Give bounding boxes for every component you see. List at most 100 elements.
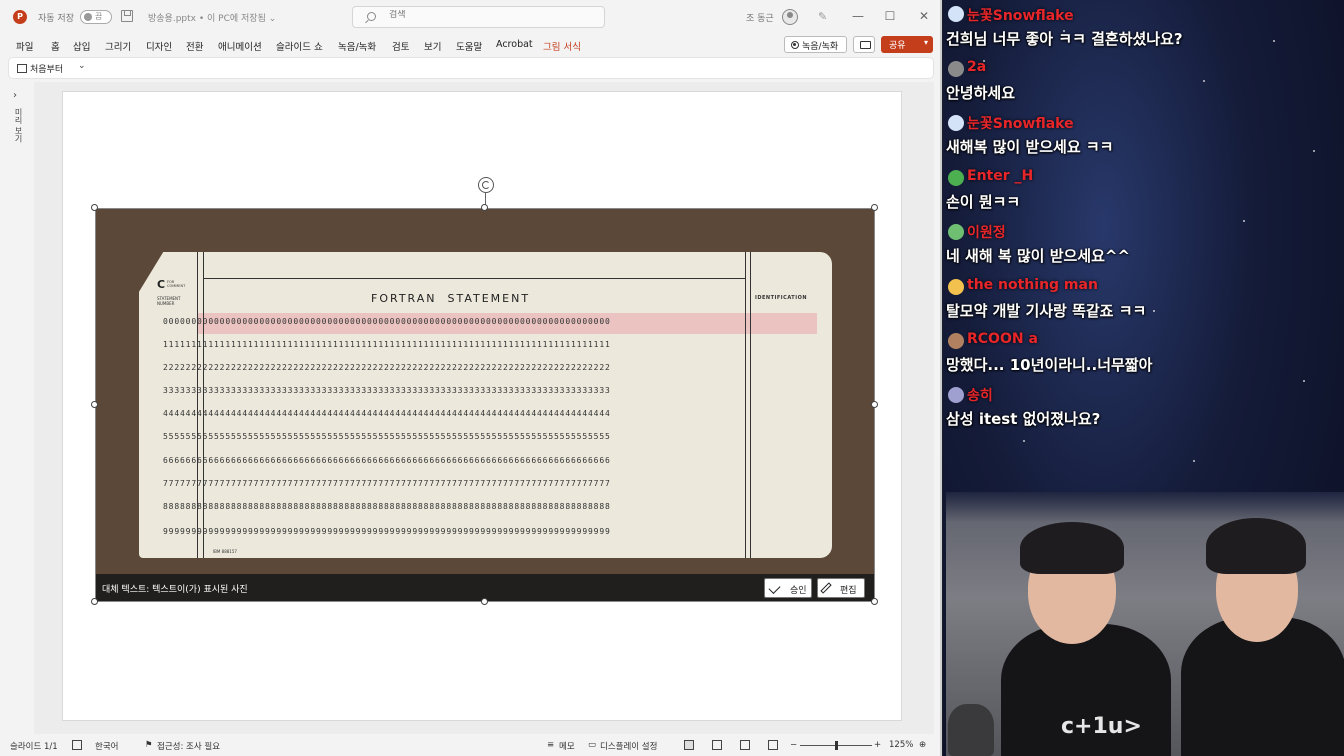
tab-draw[interactable]: 그리기 [105,39,131,53]
zoom-in-button[interactable]: + [874,740,881,750]
chat-avatar [948,224,964,240]
slide-sorter-icon[interactable] [712,740,722,750]
powerpoint-logo-icon: P [13,10,27,24]
resize-handle[interactable] [91,598,98,605]
tab-acrobat[interactable]: Acrobat [496,39,533,50]
status-bar: 슬라이드 1/1 한국어 ⚑ 접근성: 조사 필요 ≡ 메모 ▭ 디스플레이 설… [0,736,940,756]
card-divider [203,278,745,279]
tab-record[interactable]: 녹음/녹화 [338,39,376,53]
user-name[interactable]: 조 동근 [746,11,774,24]
card-row: 1111111111111111111111111111111111111111… [163,340,611,349]
approve-button[interactable]: 승인 [764,578,812,598]
close-icon[interactable]: ✕ [916,8,932,24]
tab-transitions[interactable]: 전환 [186,39,203,53]
search-box[interactable] [352,6,605,28]
autosave-label: 자동 저장 [38,14,74,24]
card-row: 6666666666666666666666666666666666666666… [163,456,611,465]
card-divider [197,252,198,558]
minimize-icon[interactable]: — [850,8,866,24]
slideshow-icon [17,64,27,73]
resize-handle[interactable] [871,598,878,605]
language[interactable]: 한국어 [95,740,118,752]
title-bar: P 자동 저장 끔 방송용.pptx • 이 PC에 저장됨 ⌄ 조 동근 ✎ … [0,0,940,34]
notes-button[interactable]: 메모 [559,740,575,752]
display-icon: ▭ [588,740,597,750]
record-button[interactable]: 녹음/녹화 [784,36,847,53]
tab-view[interactable]: 보기 [424,39,441,53]
maximize-icon[interactable]: ☐ [882,8,898,24]
resize-handle[interactable] [871,401,878,408]
star [1193,460,1195,462]
microphone [948,704,994,756]
user-avatar-icon[interactable] [782,9,798,25]
card-row: 2222222222222222222222222222222222222222… [163,363,611,372]
star [1313,150,1315,152]
expand-chevron-icon[interactable]: › [13,90,17,101]
comment-button[interactable] [853,36,875,53]
pencil-icon [820,582,832,594]
slideshow-view-icon[interactable] [768,740,778,750]
zoom-out-button[interactable]: − [790,740,797,750]
chat-username: 2a [967,59,987,75]
save-icon[interactable] [121,10,133,22]
shirt-print: c+1u> [1061,714,1142,739]
zoom-slider-thumb[interactable] [835,741,838,750]
record-button-label: 녹음/녹화 [802,42,839,52]
normal-view-icon[interactable] [684,740,694,750]
rail-label[interactable]: 미리 보기 [13,108,24,143]
display-settings-button[interactable]: 디스플레이 설정 [600,740,657,752]
chat-username: 눈꽃Snowflake [967,8,1074,24]
punch-card-photo[interactable]: C FOR COMMENT STATEMENT NUMBER FORTRAN S… [95,208,875,602]
star [1153,310,1155,312]
resize-handle[interactable] [481,204,488,211]
chat-message: 안녕하세요 [946,84,1016,102]
tab-picture-format[interactable]: 그림 서식 [543,39,581,53]
edit-button[interactable]: 편집 [817,578,865,598]
chevron-down-icon[interactable]: ▾ [924,38,928,47]
chat-username: RCOON a [967,331,1038,347]
thumbnail-rail: › 미리 보기 [8,86,30,726]
ribbon-more-icon[interactable]: ⌄ [78,61,86,71]
webcam-feed: c+1u> [946,492,1344,756]
reading-view-icon[interactable] [740,740,750,750]
chat-username: 이원정 [967,225,1006,241]
tab-home[interactable]: 홈 [51,39,60,53]
autosave-toggle[interactable]: 끔 [80,10,112,24]
record-icon [791,41,799,49]
chat-avatar [948,115,964,131]
tab-slideshow[interactable]: 슬라이드 쇼 [276,39,323,53]
chat-message: 탈모약 개발 기사랑 똑같죠 ㅋㅋ [946,302,1147,320]
card-row: 4444444444444444444444444444444444444444… [163,409,611,418]
chat-username: 눈꽃Snowflake [967,116,1074,132]
card-row: 5555555555555555555555555555555555555555… [163,432,611,441]
zoom-level[interactable]: 125% [889,740,913,750]
pen-icon[interactable]: ✎ [818,11,830,23]
person-left-hair [1020,522,1124,574]
card-row: 0000000000000000000000000000000000000000… [163,317,611,326]
resize-handle[interactable] [481,598,488,605]
tab-animations[interactable]: 애니메이션 [218,39,262,53]
autosave-state: 끔 [95,12,103,21]
fit-to-window-icon[interactable]: ⊕ [919,740,926,750]
resize-handle[interactable] [91,204,98,211]
resize-handle[interactable] [91,401,98,408]
share-button[interactable]: 공유 ▾ [881,36,933,53]
tab-review[interactable]: 검토 [392,39,409,53]
rotate-handle-icon[interactable] [478,177,494,193]
card-divider [203,252,204,558]
accessibility-icon: ⚑ [145,740,153,750]
resize-handle[interactable] [871,204,878,211]
from-start-button[interactable]: 처음부터 [30,62,63,75]
share-button-label: 공유 [889,41,906,51]
spellcheck-icon[interactable] [72,740,82,750]
webcam-fade [946,492,1344,522]
file-name[interactable]: 방송용.pptx • 이 PC에 저장됨 ⌄ [148,11,276,24]
tab-design[interactable]: 디자인 [146,39,172,53]
search-input[interactable] [389,10,589,20]
tab-file[interactable]: 파일 [16,39,33,53]
tab-insert[interactable]: 삽입 [73,39,90,53]
tab-help[interactable]: 도움말 [456,39,482,53]
card-title: FORTRAN STATEMENT [371,292,531,305]
card-row: 7777777777777777777777777777777777777777… [163,479,611,488]
accessibility-status[interactable]: 접근성: 조사 필요 [157,740,220,752]
